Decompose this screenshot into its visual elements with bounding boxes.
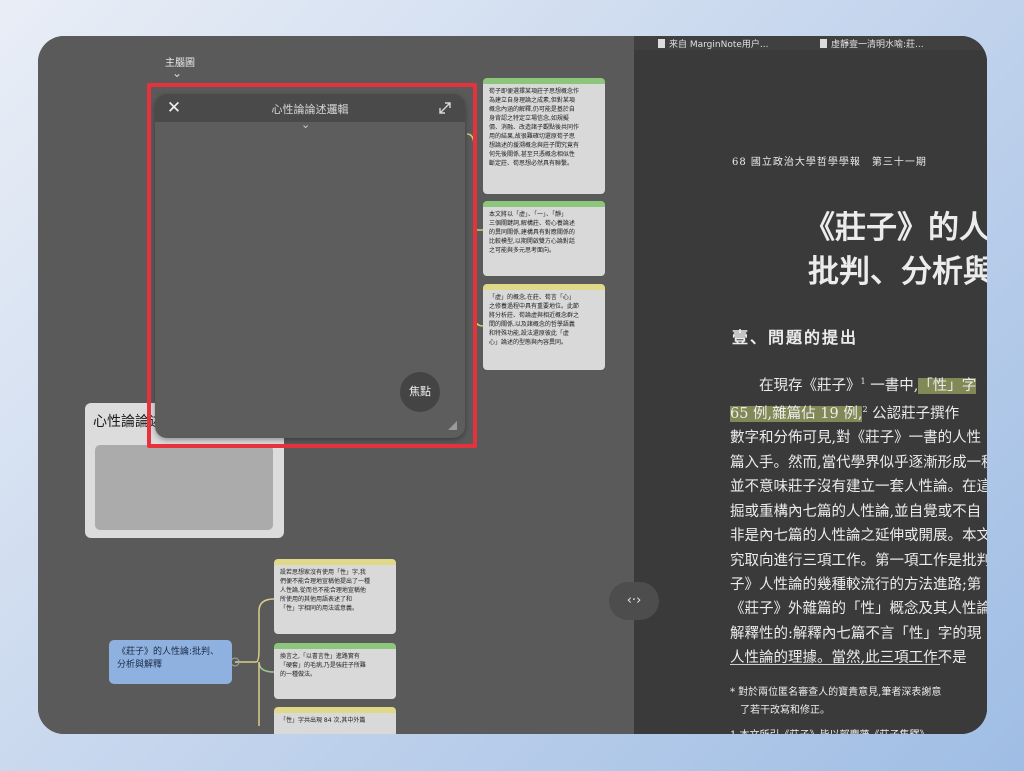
journal-header: 68 國立政治大學哲學學報 第三十一期 <box>732 157 927 168</box>
chevron-right-icon[interactable]: › <box>389 713 392 715</box>
highlight-frame <box>147 83 477 448</box>
footnote-line: * 對於兩位匿名審查人的寶貴意見,筆者深表謝意 <box>730 687 942 698</box>
text-line: 子》人性論的幾種較流行的方法進路;第 <box>730 576 982 593</box>
more-icon[interactable]: ••• <box>279 559 290 565</box>
more-icon[interactable]: ••• <box>279 707 290 713</box>
chevron-right-icon[interactable]: › <box>598 207 601 209</box>
title-line: 《莊子》的人 <box>804 210 987 246</box>
card-text: 「虛」的概念,在莊、荀言「心」 之修養過程中具有重要地位。此節 將分析莊、荀論虛… <box>489 294 580 346</box>
more-icon[interactable]: ••• <box>488 284 499 290</box>
footnote: * 對於兩位匿名審查人的寶貴意見,筆者深表謝意 了若干改寫和修正。 <box>730 684 941 720</box>
section-heading: 壹、問題的提出 <box>732 328 859 347</box>
tab-document[interactable]: 虛靜壹一清明水喻:莊... <box>820 37 924 50</box>
chevron-right-icon[interactable]: › <box>389 565 392 567</box>
tab-document[interactable]: 来自 MarginNote用户... <box>658 37 769 50</box>
title-line: 批判、分析與 <box>808 254 987 290</box>
text-line: 解釋性的:解釋內七篇不言「性」字的現 <box>730 625 982 642</box>
outline-card[interactable]: ••• › 設若思想家沒有使用「性」字,我 們便不能合理地宣稱他提出了一種 人性… <box>274 559 396 634</box>
text-line: 究取向進行三項工作。第一項工作是批判 <box>730 552 987 569</box>
card-text: 設若思想家沒有使用「性」字,我 們便不能合理地宣稱他提出了一種 人性論,從而也不… <box>280 569 371 612</box>
footnote-line: 1 本文所引《莊子》皆以郭慶藩《莊子集釋》 <box>730 726 930 734</box>
tab-label: 虛靜壹一清明水喻:莊... <box>831 40 924 50</box>
highlight[interactable]: 65 例,雜篇佔 19 例, <box>730 406 863 423</box>
text-line: 《莊子》外雜篇的「性」概念及其人性論 <box>730 601 987 618</box>
more-icon[interactable]: ••• <box>279 643 290 649</box>
chevron-right-icon[interactable]: › <box>598 290 601 292</box>
outline-card[interactable]: ••• › 本文將以「虛」、「一」、「靜」 三個關鍵詞,解構莊、荀心養論述 的異… <box>483 201 605 276</box>
text-line: 掘或重構內七篇的人性論,並自覺或不自 <box>730 503 982 520</box>
outline-card[interactable]: ••• › 荀子即便選擇某項莊子思想概念作 為建立自身理論之成素,但對某項 概念… <box>483 78 605 194</box>
text-line: 人性論的理據。當然,此三項工作不是 <box>730 650 967 667</box>
text-line: 篇入手。然而,當代學界似乎逐漸形成一種 <box>730 454 987 471</box>
document-pane[interactable]: 来自 MarginNote用户... 虛靜壹一清明水喻:莊... 68 國立政治… <box>634 36 987 734</box>
document-icon <box>658 39 665 48</box>
card-text: 換言之,「以書言性」進路實有 「硬套」的毛病,乃是強莊子所難 的一種做法。 <box>280 653 366 678</box>
chevron-right-icon[interactable]: › <box>598 84 601 86</box>
body-text[interactable]: 在現存《莊子》1 一書中,「性」字 65 例,雜篇佔 19 例,2 公認莊子撰作… <box>730 370 987 671</box>
mindmap-pane[interactable]: 主腦圖 ⌄ ••• › 荀子即便選擇某項莊子思想概念作 為建立自身理論之成素,但… <box>38 36 634 734</box>
text-line: 在現存《莊子》1 一書中,「性」字 <box>759 377 977 394</box>
highlight[interactable]: 「性」字 <box>918 377 977 394</box>
card-text: 荀子即便選擇某項莊子思想概念作 為建立自身理論之成素,但對某項 概念內涵的解釋,… <box>489 88 580 167</box>
paper-title: 《莊子》的人 批判、分析與 <box>804 206 987 294</box>
text-line: 非是內七篇的人性論之延伸或開展。本文 <box>730 528 987 545</box>
text-line: 65 例,雜篇佔 19 例,2 公認莊子撰作 <box>730 405 960 423</box>
footnote-line: 了若干改寫和修正。 <box>730 705 830 716</box>
tab-label: 来自 MarginNote用户... <box>669 40 769 50</box>
app-window: 主腦圖 ⌄ ••• › 荀子即便選擇某項莊子思想概念作 為建立自身理論之成素,但… <box>38 36 987 734</box>
outline-card[interactable]: ••• › 「虛」的概念,在莊、荀言「心」 之修養過程中具有重要地位。此節 將分… <box>483 284 605 370</box>
outline-card[interactable]: ••• › 「性」字共出現 84 次,其中外篇 <box>274 707 396 734</box>
text-line: 數字和分佈可見,對《莊子》一書的人性 <box>730 430 982 447</box>
pane-split-toggle[interactable]: ‹·› <box>609 582 659 620</box>
pdf-page[interactable]: 68 國立政治大學哲學學報 第三十一期 《莊子》的人 批判、分析與 壹、問題的提… <box>634 50 987 734</box>
footnote-rule <box>730 664 940 665</box>
outline-card[interactable]: ••• › 換言之,「以書言性」進路實有 「硬套」的毛病,乃是強莊子所難 的一種… <box>274 643 396 699</box>
document-tabs: 来自 MarginNote用户... 虛靜壹一清明水喻:莊... <box>634 36 987 50</box>
card-text: 「性」字共出現 84 次,其中外篇 <box>280 717 366 724</box>
more-icon[interactable]: ••• <box>488 78 499 84</box>
text-line: 並不意味莊子沒有建立一套人性論。在這 <box>730 479 987 496</box>
root-node[interactable]: 《莊子》的人性論:批判、分析與解釋 <box>109 640 232 684</box>
chevron-right-icon[interactable]: › <box>389 649 392 651</box>
node-content <box>95 445 273 530</box>
more-icon[interactable]: ••• <box>488 201 499 207</box>
card-text: 本文將以「虛」、「一」、「靜」 三個關鍵詞,解構莊、荀心養論述 的異同關係,建構… <box>489 211 575 254</box>
document-icon <box>820 39 827 48</box>
